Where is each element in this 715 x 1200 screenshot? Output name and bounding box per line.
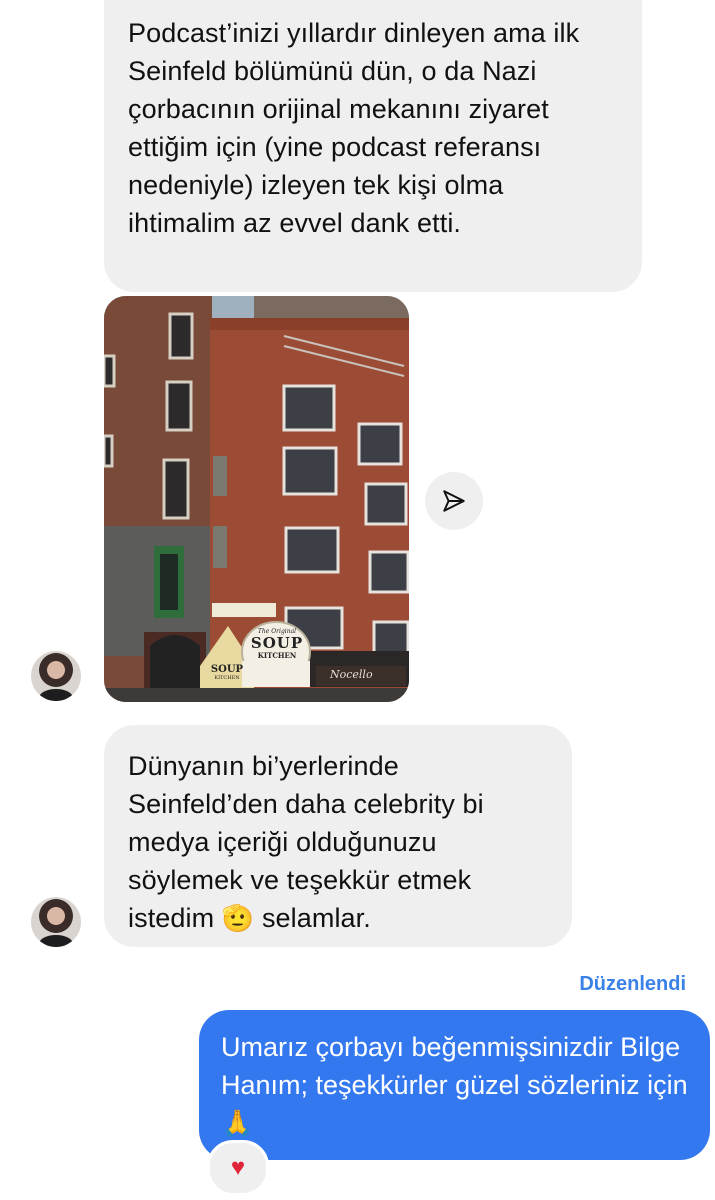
small-sign-soup: SOUP	[210, 664, 244, 675]
message-text: Podcast’inizi yıllardır dinleyen ama ilk…	[128, 18, 580, 238]
message-text: Umarız çorbayı beğenmişsinizdir Bilge Ha…	[221, 1032, 688, 1100]
edited-label: Düzenlendi	[579, 973, 686, 995]
share-button[interactable]	[425, 472, 483, 530]
outgoing-message-bubble[interactable]: Umarız çorbayı beğenmişsinizdir Bilge Ha…	[199, 1010, 710, 1160]
sign-kitchen-text: KITCHEN	[257, 651, 297, 660]
sign-soup-text: SOUP	[250, 634, 304, 652]
paper-plane-icon	[443, 490, 465, 512]
sign-text-group: The Original SOUP KITCHEN	[242, 628, 312, 660]
photo-attachment[interactable]: The Original SOUP KITCHEN SOUP KITCHEN N…	[104, 296, 409, 702]
heart-reaction[interactable]: ♥	[207, 1140, 269, 1196]
user-avatar[interactable]	[31, 651, 81, 701]
store-name-text: Nocello	[330, 668, 373, 681]
saluting-emoji: 🫡	[221, 903, 255, 933]
praying-hands-emoji: 🙏	[221, 1108, 254, 1138]
message-text-end: selamlar.	[261, 903, 371, 933]
small-sign-kitchen: KITCHEN	[214, 675, 240, 681]
incoming-message-bubble[interactable]: Dünyanın bi’yerlerinde Seinfeld’den daha…	[104, 725, 572, 947]
small-sign-text: SOUP KITCHEN	[205, 664, 249, 681]
heart-icon: ♥	[230, 1154, 246, 1181]
incoming-message-bubble[interactable]: Podcast’inizi yıllardır dinleyen ama ilk…	[104, 0, 642, 292]
user-avatar[interactable]	[31, 897, 81, 947]
